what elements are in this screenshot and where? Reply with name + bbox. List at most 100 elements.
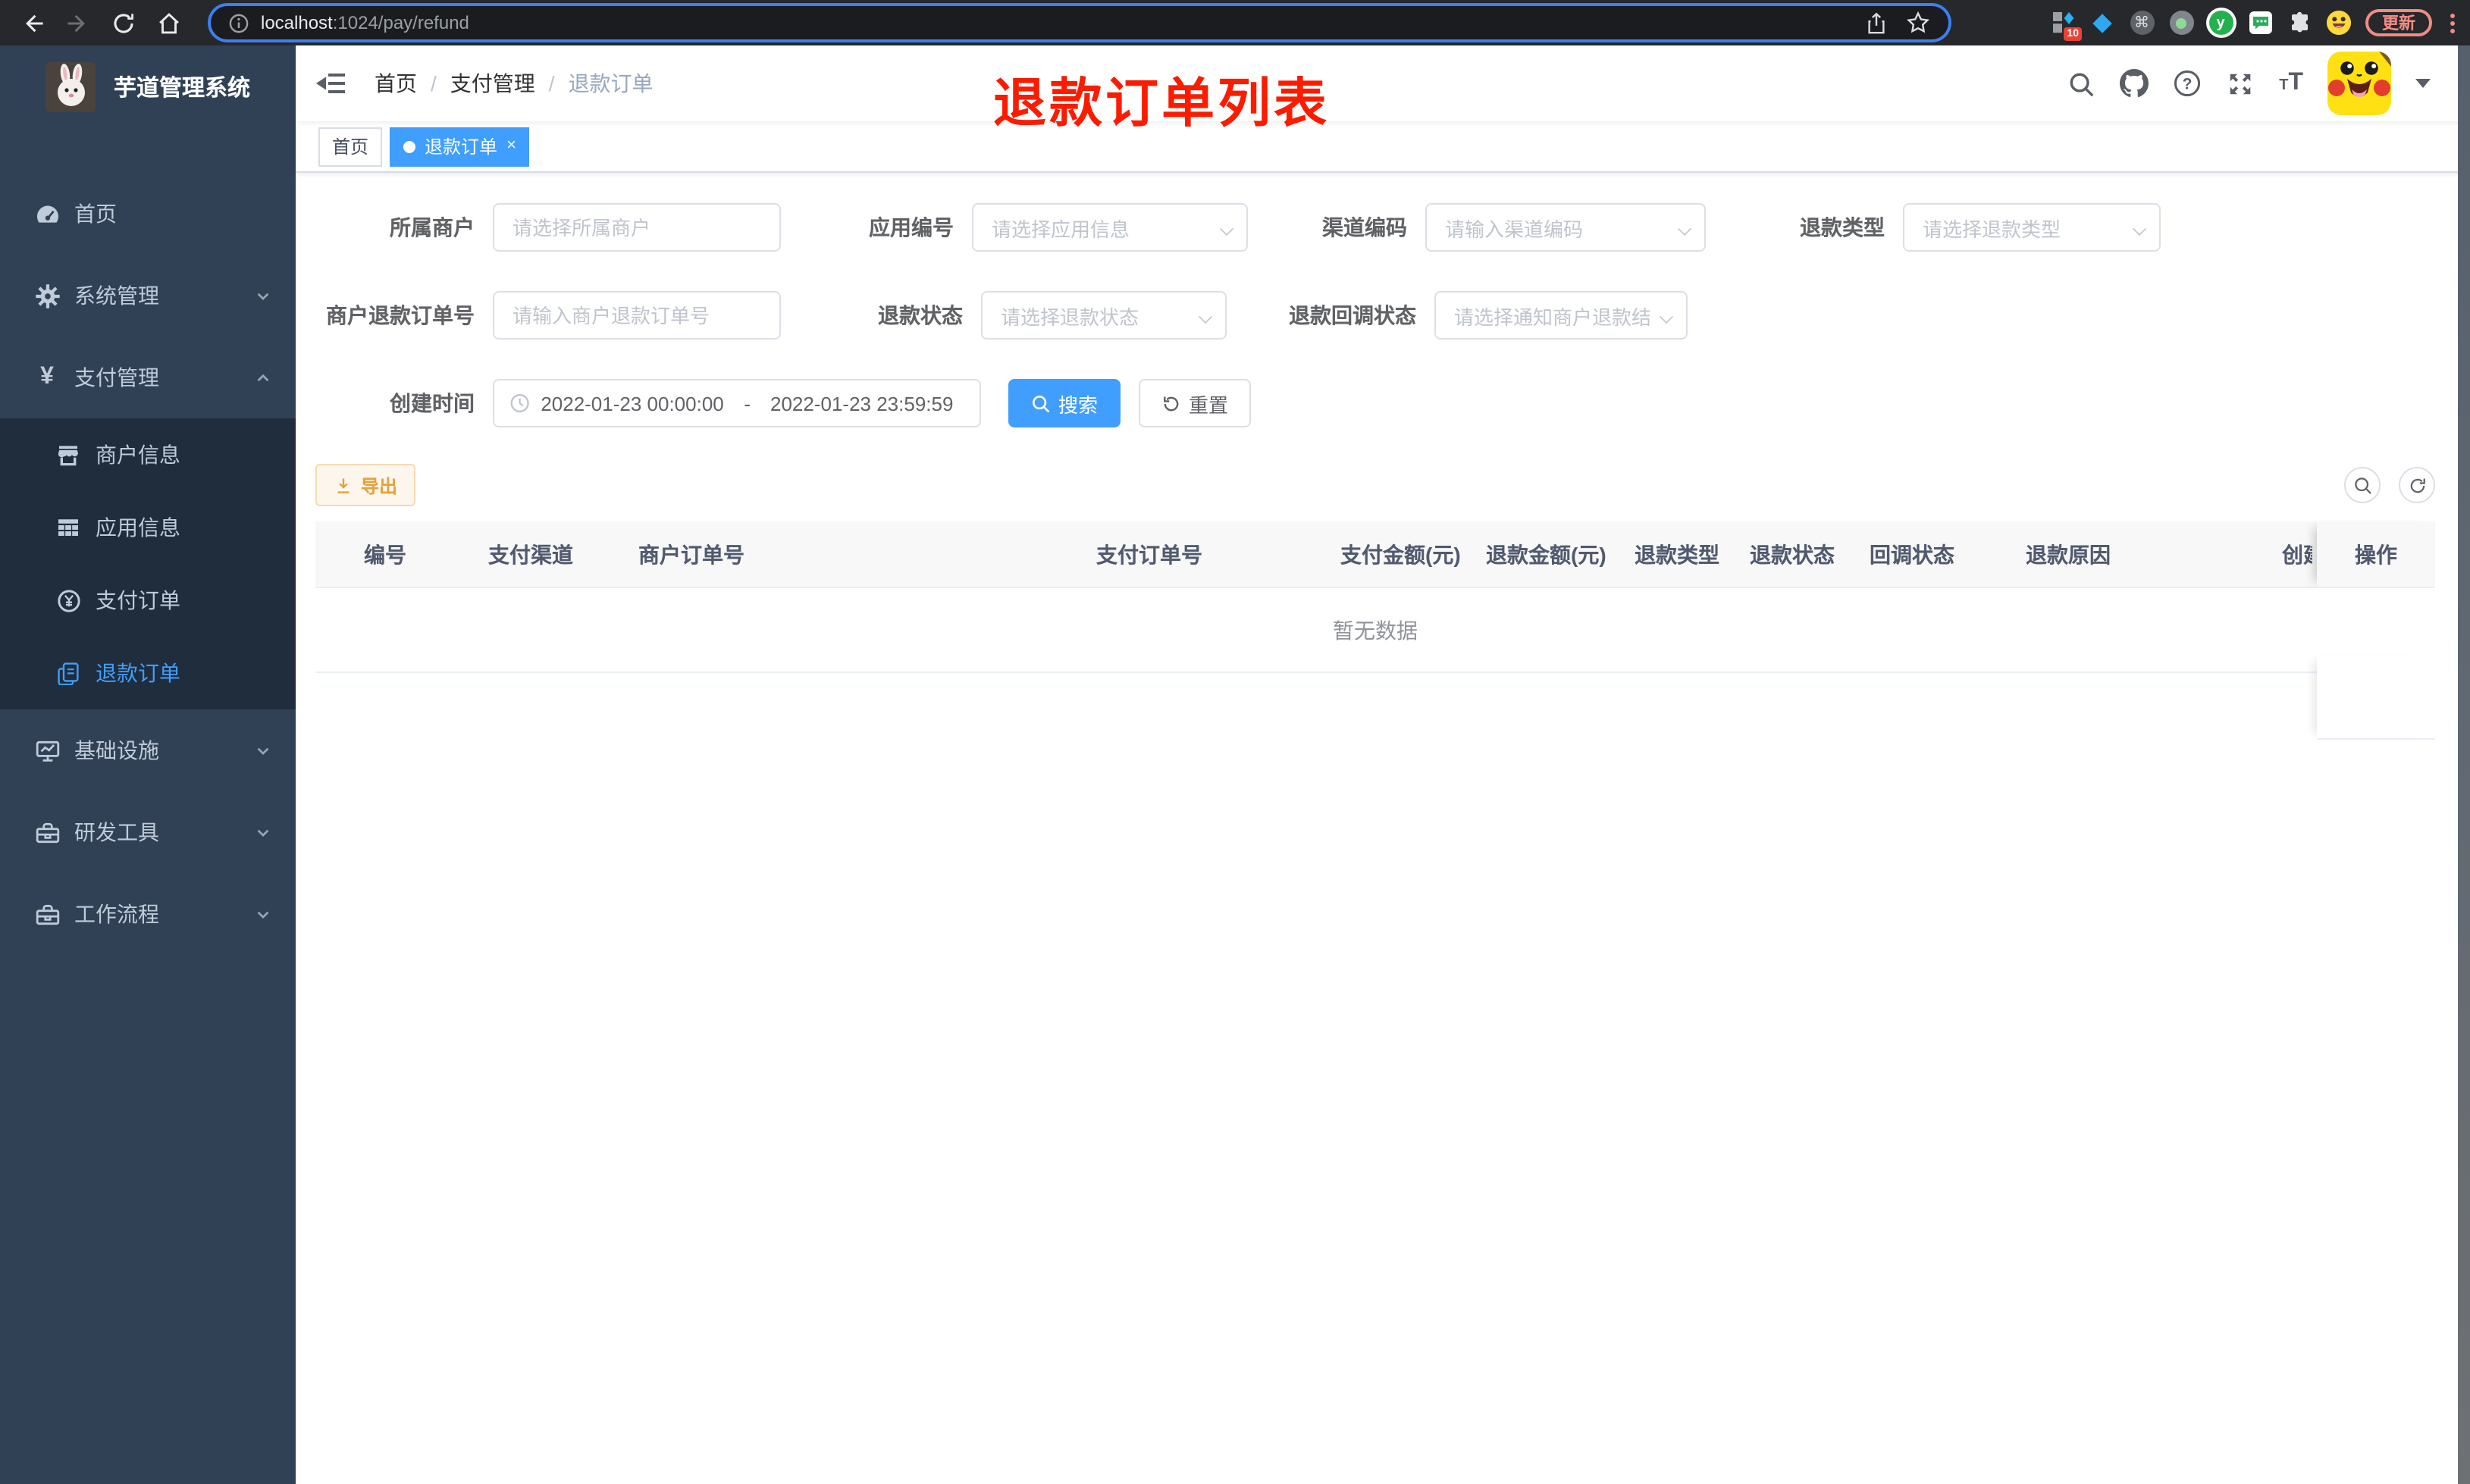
table-header-row: 编号 支付渠道 商户订单号 支付订单号 支付金额(元) 退款金额(元) 退款类型… bbox=[315, 521, 2435, 588]
refund-status-select[interactable]: 请选择退款状态 bbox=[981, 291, 1227, 340]
page-scrollbar[interactable] bbox=[2458, 45, 2470, 1484]
dashboard-icon bbox=[33, 200, 61, 227]
range-end-value: 2022-01-23 23:59:59 bbox=[770, 392, 954, 415]
filter-label-create-time: 创建时间 bbox=[390, 391, 475, 415]
range-separator: - bbox=[744, 392, 751, 415]
search-button[interactable]: 搜索 bbox=[1008, 379, 1121, 427]
sidebar-item-refund-order[interactable]: 退款订单 bbox=[0, 637, 296, 709]
tag-view-bar: 首页 退款订单 × bbox=[296, 121, 2470, 173]
search-button-label: 搜索 bbox=[1058, 393, 1099, 416]
column-header: 回调状态 bbox=[1870, 542, 1954, 566]
avatar-caret-icon[interactable] bbox=[2415, 79, 2431, 88]
url-bar[interactable]: localhost:1024/pay/refund bbox=[211, 6, 1948, 39]
empty-text: 暂无数据 bbox=[1333, 618, 1418, 642]
url-host: localhost bbox=[261, 12, 333, 33]
navbar-right: ? TT bbox=[2067, 45, 2431, 121]
extension-command-icon[interactable]: ⌘ bbox=[2129, 10, 2155, 36]
screen: localhost:1024/pay/refund 10 ⌘ y 更新 芋道管理… bbox=[0, 0, 2470, 1484]
column-header: 操作 bbox=[2355, 542, 2397, 566]
extension-squares-icon[interactable]: 10 bbox=[2050, 10, 2082, 40]
refresh-icon bbox=[1161, 393, 1181, 413]
sidebar-item-label: 基础设施 bbox=[74, 738, 159, 762]
breadcrumb-separator: / bbox=[431, 71, 437, 95]
app-select[interactable]: 请选择应用信息 bbox=[972, 203, 1248, 252]
tab-refund-order[interactable]: 退款订单 × bbox=[390, 127, 530, 166]
main-area: 退款订单列表 首页 / 支付管理 / 退款订单 ? TT 首页 退款订单 × 所… bbox=[296, 45, 2470, 1484]
download-icon bbox=[334, 475, 353, 495]
create-time-range-picker[interactable]: 2022-01-23 00:00:00 - 2022-01-23 23:59:5… bbox=[493, 379, 981, 427]
url-text[interactable]: localhost:1024/pay/refund bbox=[261, 12, 469, 33]
bookmark-star-icon[interactable] bbox=[1906, 11, 1930, 35]
column-header: 支付金额(元) bbox=[1340, 542, 1461, 566]
extension-y-icon[interactable]: y bbox=[2208, 10, 2233, 36]
notify-status-select[interactable]: 请选择通知商户退款结果 bbox=[1434, 291, 1688, 340]
toolbox-icon bbox=[33, 819, 61, 846]
show-search-toggle-button[interactable] bbox=[2344, 467, 2381, 503]
help-icon[interactable]: ? bbox=[2173, 69, 2202, 98]
chevron-down-icon bbox=[1198, 309, 1213, 324]
chevron-down-icon bbox=[257, 747, 269, 755]
sidebar-item-dev-tools[interactable]: 研发工具 bbox=[0, 791, 296, 873]
url-path: :1024/pay/refund bbox=[332, 12, 469, 33]
extensions-puzzle-icon[interactable] bbox=[2287, 10, 2312, 36]
sidebar-item-merchant-info[interactable]: 商户信息 bbox=[0, 418, 296, 491]
extension-kite-icon[interactable] bbox=[2089, 10, 2115, 36]
channel-select[interactable]: 请输入渠道编码 bbox=[1425, 203, 1706, 252]
sidebar-item-label: 支付订单 bbox=[96, 588, 180, 612]
breadcrumb-home[interactable]: 首页 bbox=[375, 68, 417, 99]
sidebar-logo-row[interactable]: 芋道管理系统 bbox=[0, 45, 296, 127]
sidebar-item-home[interactable]: 首页 bbox=[0, 173, 296, 255]
actions-fixed-column-body bbox=[2317, 655, 2435, 740]
browser-menu-icon[interactable] bbox=[2446, 13, 2459, 33]
share-icon[interactable] bbox=[1865, 11, 1888, 34]
tab-label: 退款订单 bbox=[425, 136, 498, 158]
sidebar-item-infrastructure[interactable]: 基础设施 bbox=[0, 709, 296, 791]
merchant-select-input[interactable] bbox=[493, 203, 781, 252]
shop-icon bbox=[55, 441, 82, 468]
refresh-table-button[interactable] bbox=[2399, 467, 2435, 503]
browser-extensions-area: 10 ⌘ y 更新 bbox=[2050, 0, 2459, 45]
github-icon[interactable] bbox=[2120, 69, 2149, 98]
reload-icon[interactable] bbox=[111, 10, 136, 36]
export-button[interactable]: 导出 bbox=[315, 464, 416, 506]
merchant-refund-no-input[interactable] bbox=[493, 291, 781, 340]
breadcrumb-payment[interactable]: 支付管理 bbox=[450, 68, 535, 99]
reset-button-label: 重置 bbox=[1189, 393, 1229, 416]
column-header: 退款原因 bbox=[2026, 542, 2111, 566]
chevron-down-icon bbox=[257, 910, 269, 919]
browser-update-button[interactable]: 更新 bbox=[2365, 9, 2432, 36]
sidebar-item-label: 商户信息 bbox=[96, 443, 180, 467]
sidebar-item-system[interactable]: 系统管理 bbox=[0, 255, 296, 337]
search-icon[interactable] bbox=[2067, 69, 2095, 98]
coin-yen-icon bbox=[55, 587, 82, 614]
tab-label: 首页 bbox=[332, 136, 369, 158]
forward-icon[interactable] bbox=[65, 10, 91, 36]
sidebar-item-app-info[interactable]: 应用信息 bbox=[0, 491, 296, 564]
font-size-icon[interactable]: TT bbox=[2279, 70, 2303, 95]
extension-record-icon[interactable] bbox=[2168, 10, 2194, 36]
home-icon[interactable] bbox=[156, 10, 182, 36]
chevron-down-icon bbox=[257, 292, 269, 300]
browser-toolbar: localhost:1024/pay/refund 10 ⌘ y 更新 bbox=[0, 0, 2470, 45]
sidebar-item-label: 工作流程 bbox=[74, 902, 159, 926]
sidebar-item-payment[interactable]: ¥ 支付管理 bbox=[0, 337, 296, 418]
column-header-clipped: 创建时间 bbox=[2282, 542, 2312, 566]
back-icon[interactable] bbox=[20, 10, 45, 36]
sidebar-item-pay-order[interactable]: 支付订单 bbox=[0, 564, 296, 637]
site-info-icon[interactable] bbox=[229, 13, 249, 33]
refund-type-select[interactable]: 请选择退款类型 bbox=[1903, 203, 2161, 252]
profile-emoji-icon[interactable] bbox=[2326, 10, 2352, 36]
extension-chat-icon[interactable] bbox=[2247, 10, 2273, 36]
chevron-down-icon bbox=[1219, 221, 1234, 236]
tab-close-icon[interactable]: × bbox=[506, 137, 516, 155]
table-empty-body: 暂无数据 bbox=[315, 588, 2435, 740]
column-header-actions-fixed: 操作 bbox=[2317, 521, 2435, 588]
sidebar-fold-icon[interactable] bbox=[315, 68, 346, 99]
briefcase-icon bbox=[33, 900, 61, 928]
reset-button[interactable]: 重置 bbox=[1139, 379, 1252, 427]
filter-label-channel: 渠道编码 bbox=[1322, 215, 1407, 240]
sidebar-item-workflow[interactable]: 工作流程 bbox=[0, 873, 296, 955]
tab-home[interactable]: 首页 bbox=[318, 127, 383, 166]
user-avatar[interactable] bbox=[2327, 52, 2391, 115]
fullscreen-icon[interactable] bbox=[2226, 69, 2255, 98]
